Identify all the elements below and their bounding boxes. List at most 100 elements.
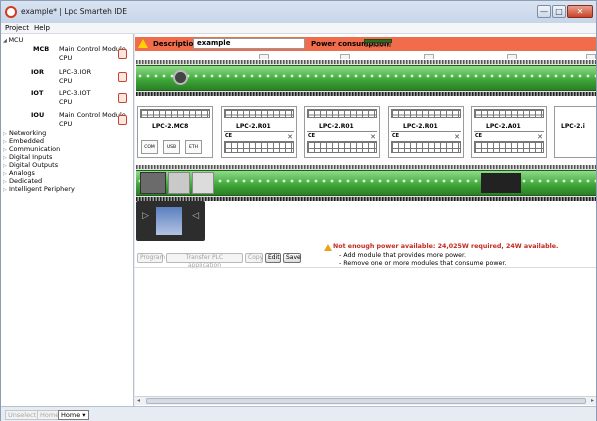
module-label-name: LPC-2.A01 [486, 123, 521, 130]
divider [135, 267, 596, 268]
tree-node-mcu[interactable]: ◢ MCU [3, 36, 23, 44]
app-logo-icon [5, 6, 17, 18]
module-code: IOT [31, 89, 44, 97]
power-consumption-value: 24,02/24W [365, 44, 392, 49]
usb-port-icon [168, 172, 190, 194]
power-connector-icon [140, 172, 166, 194]
module-cpu: CPU [59, 98, 73, 106]
home-dropdown[interactable]: Home ▾ [58, 410, 89, 420]
category-label: Digital Inputs [9, 153, 53, 161]
label-grid [391, 141, 461, 153]
window-title: example* | Lpc Smarteh IDE [21, 7, 127, 16]
module-code: IOR [31, 68, 44, 76]
module-cpu: CPU [59, 54, 73, 62]
category-label: Embedded [9, 137, 44, 145]
category-digital-outputs[interactable]: ▷ Digital Outputs [3, 161, 58, 169]
module-label-card[interactable]: LPC-2.MC8 COM USB ETH [137, 106, 213, 158]
app-window: example* | Lpc Smarteh IDE — □ ✕ Project… [0, 0, 597, 421]
main-panel: Description example Power consumption 24… [135, 34, 596, 406]
module-label-card[interactable]: LPC-2.A01 CE ✕ [471, 106, 547, 158]
category-label: Networking [9, 129, 47, 137]
menu-help[interactable]: Help [34, 24, 50, 32]
module-label-card[interactable]: LPC-2.i [554, 106, 596, 158]
label-divider [391, 131, 461, 136]
disposal-icon: ✕ [370, 133, 376, 141]
port-list: COM USB ETH [141, 140, 209, 155]
module-code: MCB [33, 45, 50, 53]
terminal-row [136, 60, 596, 64]
close-button[interactable]: ✕ [567, 5, 593, 18]
label-grid [391, 109, 461, 118]
menu-project[interactable]: Project [5, 24, 29, 32]
ethernet-port-icon [192, 172, 214, 194]
label-grid [224, 109, 294, 118]
module-labels: LPC-2.MC8 COM USB ETH LPC-2.R01 CE ✕ LPC… [135, 104, 596, 161]
category-label: Intelligent Periphery [9, 185, 75, 193]
sidebar-module-ior[interactable]: IOR LPC-3.IOR CPU [15, 68, 131, 90]
disposal-icon: ✕ [537, 133, 543, 141]
add-module-icon[interactable] [118, 93, 127, 103]
scroll-right-icon[interactable]: ▸ [591, 397, 594, 404]
label-divider [307, 131, 377, 136]
category-communication[interactable]: ▷ Communication [3, 145, 60, 153]
label-divider [224, 131, 294, 136]
scroll-left-icon[interactable]: ◂ [137, 397, 140, 404]
add-module-icon[interactable] [118, 115, 127, 125]
rail-clip [424, 54, 434, 59]
add-module-icon[interactable] [118, 49, 127, 59]
save-button[interactable]: Save [283, 253, 301, 263]
warning-icon [324, 244, 332, 251]
hmi-device-preview[interactable]: ▷ ◁ [136, 201, 205, 241]
module-label-card[interactable]: LPC-2.R01 CE ✕ [221, 106, 297, 158]
terminal-block-icon [481, 173, 521, 193]
maximize-button[interactable]: □ [552, 5, 566, 18]
ce-mark-icon: CE [225, 133, 233, 139]
label-grid [474, 109, 544, 118]
module-rail-bottom[interactable] [136, 165, 596, 201]
terminal-row [136, 165, 596, 169]
edit-button[interactable]: Edit [265, 253, 281, 263]
category-dedicated[interactable]: ▷ Dedicated [3, 177, 42, 185]
category-networking[interactable]: ▷ Networking [3, 129, 46, 137]
copy-button[interactable]: Copy [245, 253, 263, 263]
category-analogs[interactable]: ▷ Analogs [3, 169, 35, 177]
module-label-card[interactable]: LPC-2.R01 CE ✕ [388, 106, 464, 158]
menu-bar: Project Help [1, 23, 596, 34]
ce-mark-icon: CE [392, 133, 400, 139]
sidebar-module-mcb[interactable]: MCB Main Control Module CPU [15, 45, 131, 67]
category-intelligent-periphery[interactable]: ▷ Intelligent Periphery [3, 185, 75, 193]
module-label-card[interactable]: LPC-2.R01 CE ✕ [304, 106, 380, 158]
category-digital-inputs[interactable]: ▷ Digital Inputs [3, 153, 52, 161]
description-label: Description [153, 40, 199, 48]
port-label: ETH [185, 140, 202, 154]
rail-clip [259, 54, 269, 59]
module-cpu: CPU [59, 120, 73, 128]
label-grid [474, 141, 544, 153]
label-grid [307, 141, 377, 153]
module-label-name: LPC-2.MC8 [152, 123, 189, 130]
title-bar: example* | Lpc Smarteh IDE — □ ✕ [1, 1, 596, 23]
description-input[interactable]: example [193, 38, 305, 49]
category-label: Dedicated [9, 177, 43, 185]
minimize-button[interactable]: — [537, 5, 551, 18]
ce-mark-icon: CE [475, 133, 483, 139]
status-bar: Unselect Home Home ▾ [1, 406, 596, 421]
port-label: USB [163, 140, 180, 154]
disposal-icon: ✕ [454, 133, 460, 141]
sidebar-module-iot[interactable]: IOT LPC-3.IOT CPU [15, 89, 131, 111]
module-label-name: LPC-2.R01 [403, 123, 438, 130]
module-rail-top[interactable] [136, 54, 596, 96]
arrow-right-icon: ◁ [192, 211, 199, 221]
horizontal-scrollbar[interactable]: ◂ ▸ [135, 396, 596, 405]
scrollbar-thumb[interactable] [146, 398, 586, 404]
transfer-plc-button[interactable]: Transfer PLC application [166, 253, 243, 269]
arrow-left-icon: ▷ [142, 211, 149, 221]
program-button[interactable]: Program [137, 253, 165, 263]
rail-clip [507, 54, 517, 59]
category-embedded[interactable]: ▷ Embedded [3, 137, 44, 145]
alert-line: - Remove one or more modules that consum… [339, 260, 507, 267]
unselect-button[interactable]: Unselect [5, 410, 40, 420]
category-label: Digital Outputs [9, 161, 59, 169]
alert-heading: Not enough power available: 24,025W requ… [333, 243, 559, 250]
add-module-icon[interactable] [118, 72, 127, 82]
